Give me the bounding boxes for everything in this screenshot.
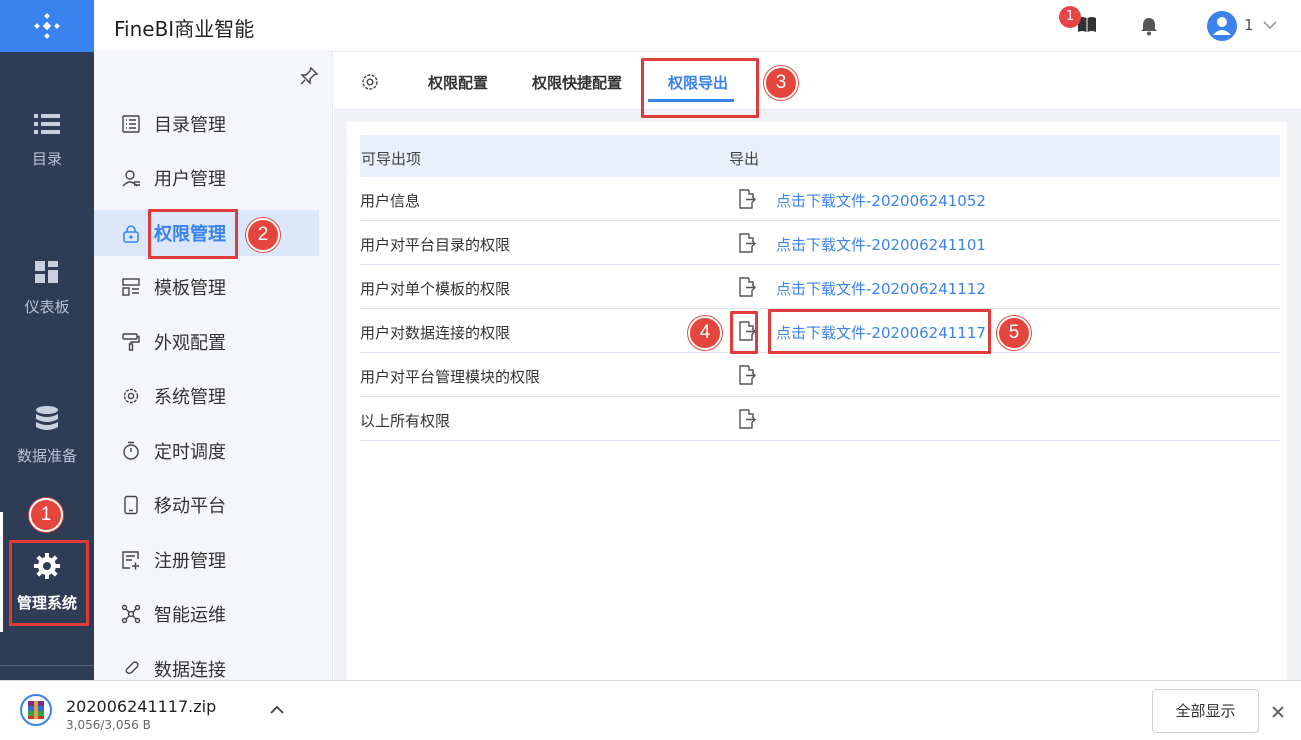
annotation-marker-2: 2 — [246, 218, 280, 252]
logo-icon — [34, 13, 60, 39]
chevron-up-icon[interactable] — [269, 705, 285, 715]
annotation-marker-5: 5 — [997, 316, 1031, 350]
rail-item-label: 仪表板 — [24, 298, 70, 316]
admin-submenu: 目录管理 用户管理 权限管理 模板管理 外观配置 系统管理 定时调度 移动平台 … — [94, 52, 333, 681]
submenu-item-ops[interactable]: 智能运维 — [94, 591, 319, 637]
submenu-item-templates[interactable]: 模板管理 — [94, 264, 319, 310]
download-size: 3,056/3,056 B — [66, 718, 151, 732]
export-item-name: 用户信息 — [360, 192, 421, 210]
tab-bar: 权限配置 权限快捷配置 权限导出 — [334, 52, 1301, 110]
export-item-name: 用户对平台目录的权限 — [360, 236, 511, 254]
annotation-marker-3: 3 — [764, 66, 798, 100]
submenu-item-schedule[interactable]: 定时调度 — [94, 428, 319, 474]
export-file-icon[interactable] — [736, 408, 758, 434]
submenu-item-catalog[interactable]: 目录管理 — [94, 101, 319, 147]
link-icon — [125, 661, 139, 675]
register-icon — [122, 551, 139, 570]
download-filename[interactable]: 202006241117.zip — [66, 697, 216, 716]
submenu-item-label: 目录管理 — [154, 115, 226, 136]
rail-item-catalog[interactable]: 目录 — [0, 112, 94, 169]
timer-icon — [123, 441, 139, 460]
submenu-item-label: 系统管理 — [154, 387, 226, 408]
rail-item-data-prep[interactable]: 数据准备 — [0, 405, 94, 466]
table-row: 用户信息 点击下载文件-202006241052 — [360, 177, 1280, 221]
catalog-icon — [122, 115, 140, 133]
bell-icon[interactable] — [1140, 16, 1158, 36]
submenu-item-system[interactable]: 系统管理 — [94, 373, 319, 419]
submenu-item-label: 模板管理 — [154, 278, 226, 299]
database-icon — [36, 406, 58, 430]
app-logo[interactable] — [0, 0, 94, 52]
column-header-export: 导出 — [729, 150, 760, 168]
table-header — [360, 135, 1280, 177]
paint-roller-icon — [122, 333, 140, 351]
user-icon — [122, 170, 140, 187]
submenu-item-label: 外观配置 — [154, 333, 226, 354]
avatar[interactable] — [1207, 11, 1237, 41]
gear-icon[interactable] — [360, 72, 380, 92]
download-link[interactable]: 点击下载文件-202006241101 — [776, 234, 986, 255]
rail-divider — [0, 665, 94, 666]
export-item-name: 用户对单个模板的权限 — [360, 280, 511, 298]
top-header: FineBI商业智能 — [94, 0, 1301, 52]
submenu-item-mobile[interactable]: 移动平台 — [94, 482, 319, 528]
pin-icon[interactable] — [299, 66, 319, 86]
tab-permission-quick-config[interactable]: 权限快捷配置 — [532, 72, 622, 93]
user-name[interactable]: 1 — [1244, 16, 1254, 34]
table-row: 以上所有权限 — [360, 397, 1280, 441]
table-row: 用户对平台目录的权限 点击下载文件-202006241101 — [360, 221, 1280, 265]
template-icon — [122, 278, 140, 296]
close-download-bar-button[interactable] — [1271, 700, 1285, 724]
submenu-item-label: 定时调度 — [154, 442, 226, 463]
submenu-item-label: 移动平台 — [154, 496, 226, 517]
rail-item-label: 目录 — [31, 150, 62, 168]
submenu-item-appearance[interactable]: 外观配置 — [94, 319, 319, 365]
gear-icon — [123, 388, 139, 404]
close-icon — [1272, 706, 1284, 718]
rail-item-label: 数据准备 — [16, 447, 77, 465]
user-icon — [1213, 17, 1231, 35]
archive-file-icon — [20, 694, 52, 726]
download-link[interactable]: 点击下载文件-202006241052 — [776, 190, 986, 211]
annotation-box-permissions — [148, 209, 238, 259]
notification-badge: 1 — [1059, 6, 1081, 28]
chevron-down-icon[interactable] — [1262, 20, 1278, 30]
list-icon — [34, 114, 60, 134]
mobile-icon — [124, 495, 138, 515]
column-header-exportable: 可导出项 — [361, 150, 422, 168]
submenu-item-label: 智能运维 — [154, 605, 226, 626]
annotation-marker-4: 4 — [688, 316, 722, 350]
export-item-name: 以上所有权限 — [360, 412, 451, 430]
table-row: 用户对平台管理模块的权限 — [360, 353, 1280, 397]
tab-permission-config[interactable]: 权限配置 — [428, 72, 488, 93]
annotation-box-download-link — [768, 309, 991, 354]
annotation-box-export-icon — [730, 311, 758, 354]
table-row: 用户对单个模板的权限 点击下载文件-202006241112 — [360, 265, 1280, 309]
dashboard-icon — [35, 261, 58, 283]
app-title: FineBI商业智能 — [114, 17, 255, 41]
annotation-box-export-tab — [641, 58, 759, 118]
lock-icon — [123, 225, 139, 243]
submenu-item-label: 用户管理 — [154, 169, 226, 190]
submenu-item-users[interactable]: 用户管理 — [94, 155, 319, 201]
annotation-box-admin — [9, 540, 89, 626]
export-file-icon[interactable] — [736, 364, 758, 390]
submenu-item-label: 注册管理 — [154, 551, 226, 572]
export-item-name: 用户对平台管理模块的权限 — [360, 368, 541, 386]
download-item[interactable] — [20, 694, 52, 730]
export-file-icon[interactable] — [736, 276, 758, 302]
download-link[interactable]: 点击下载文件-202006241112 — [776, 278, 986, 299]
export-file-icon[interactable] — [736, 232, 758, 258]
show-all-downloads-button[interactable]: 全部显示 — [1152, 689, 1259, 733]
rail-item-dashboard[interactable]: 仪表板 — [0, 260, 94, 317]
submenu-item-registration[interactable]: 注册管理 — [94, 537, 319, 583]
annotation-marker-1: 1 — [29, 498, 63, 532]
network-icon — [121, 604, 141, 624]
submenu-item-label: 数据连接 — [154, 660, 226, 681]
export-file-icon[interactable] — [736, 188, 758, 214]
export-item-name: 用户对数据连接的权限 — [360, 324, 511, 342]
